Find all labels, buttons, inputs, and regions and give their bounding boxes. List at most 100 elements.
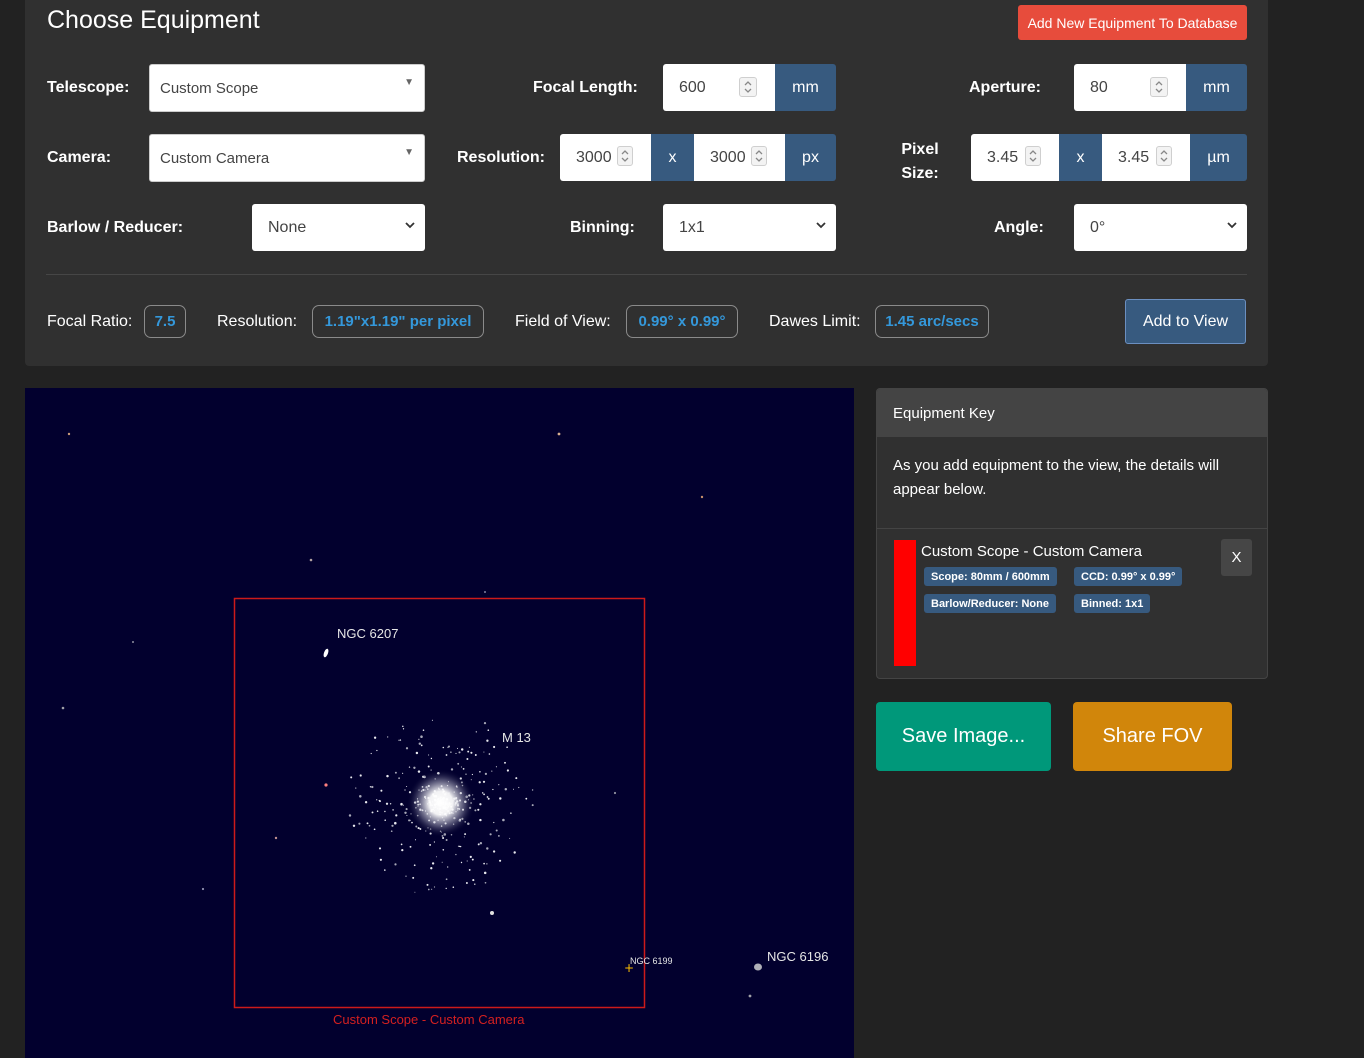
add-equipment-database-button[interactable]: Add New Equipment To Database [1018, 5, 1247, 40]
resolution-separator: x [651, 134, 694, 181]
cluster-star [394, 863, 397, 866]
cluster-star [380, 789, 383, 792]
cluster-star [427, 888, 430, 891]
binning-select[interactable]: 1x1 [663, 204, 836, 251]
add-to-view-button[interactable]: Add to View [1125, 299, 1246, 344]
cluster-star [504, 761, 506, 764]
cluster-star [441, 861, 443, 863]
cluster-star [504, 787, 508, 791]
cluster-star [442, 836, 445, 840]
cluster-star [408, 766, 411, 768]
cluster-star [455, 853, 457, 856]
ngc6196-galaxy [754, 963, 762, 971]
focal-length-value: 600 [679, 78, 706, 96]
cluster-star [478, 781, 481, 784]
remove-equipment-button[interactable]: X [1221, 539, 1252, 576]
spinner-icon[interactable] [1156, 146, 1172, 166]
resolution-width-input[interactable]: 3000 [560, 134, 651, 181]
cluster-star [513, 851, 516, 854]
cluster-star [466, 758, 469, 760]
cluster-star [409, 845, 412, 848]
cluster-star [455, 752, 457, 754]
cluster-star [370, 752, 372, 755]
cluster-star [483, 862, 485, 865]
sky-view[interactable]: + NGC 6207 M 13 NGC 6199 NGC 6196 Custom… [25, 388, 854, 1058]
cluster-star [492, 850, 496, 853]
aperture-value: 80 [1090, 78, 1108, 96]
cluster-star [489, 833, 492, 836]
cluster-star [411, 821, 413, 824]
cluster-star [364, 801, 368, 804]
telescope-value: Custom Scope [160, 79, 259, 97]
cluster-star [405, 875, 407, 877]
cluster-star [359, 795, 362, 798]
save-image-button[interactable]: Save Image... [876, 702, 1051, 771]
cluster-star [409, 819, 411, 822]
cluster-star [378, 847, 382, 850]
cluster-star [506, 769, 509, 772]
telescope-label: Telescope: [47, 79, 130, 96]
cluster-star [431, 862, 435, 865]
binning-label: Binning: [570, 219, 635, 236]
cluster-star [368, 824, 371, 827]
cluster-star [418, 738, 420, 740]
camera-select[interactable]: Custom Camera ▼ [149, 134, 425, 182]
cluster-star [387, 736, 389, 738]
cluster-star [413, 766, 416, 769]
cluster-star [492, 788, 494, 791]
pixel-width-input[interactable]: 3.45 [971, 134, 1059, 181]
cluster-star [498, 784, 500, 786]
cluster-star [417, 770, 421, 773]
cluster-star [474, 754, 477, 756]
share-fov-button[interactable]: Share FOV [1073, 702, 1232, 771]
spinner-icon[interactable] [1150, 77, 1168, 97]
cluster-star [484, 881, 487, 884]
barlow-value: None [268, 218, 307, 236]
focal-length-input[interactable]: 600 [663, 64, 775, 111]
aperture-input[interactable]: 80 [1074, 64, 1186, 111]
cluster-star [405, 808, 408, 811]
cluster-star [365, 837, 367, 839]
telescope-select[interactable]: Custom Scope ▼ [149, 64, 425, 112]
cluster-star [420, 744, 423, 747]
background-stars [61, 432, 752, 998]
cluster-star [462, 768, 465, 770]
cluster-star [394, 821, 397, 825]
pixel-height-input[interactable]: 3.45 [1102, 134, 1190, 181]
cluster-star [433, 886, 436, 888]
cluster-star [433, 841, 436, 843]
spinner-icon[interactable] [1025, 146, 1041, 166]
cluster-star [355, 787, 357, 789]
resolution-label: Resolution: [457, 149, 545, 166]
cluster-star [373, 828, 376, 831]
pixel-size-unit: µm [1190, 134, 1247, 181]
cluster-star [418, 742, 421, 745]
cluster-star [445, 754, 448, 756]
barlow-tag: Barlow/Reducer: None [924, 594, 1056, 613]
spinner-icon[interactable] [739, 77, 757, 97]
cluster-star [452, 886, 455, 888]
cluster-star [430, 867, 433, 870]
ngc6199-label: NGC 6199 [630, 956, 673, 966]
caret-down-icon: ▼ [404, 147, 414, 158]
barlow-label: Barlow / Reducer: [47, 219, 184, 236]
cluster-star [445, 887, 447, 890]
spinner-icon[interactable] [751, 146, 767, 166]
cluster-star [470, 779, 472, 781]
cluster-star [487, 797, 490, 800]
cluster-star [442, 848, 445, 851]
spinner-icon[interactable] [617, 146, 633, 166]
cluster-star [515, 777, 518, 780]
cluster-star [486, 796, 489, 798]
cluster-star [479, 818, 482, 822]
chevron-down-icon [816, 222, 826, 229]
barlow-select[interactable]: None [252, 204, 425, 251]
angle-select[interactable]: 0° [1074, 204, 1247, 251]
resolution-height-input[interactable]: 3000 [694, 134, 785, 181]
cluster-star [458, 845, 461, 848]
divider [46, 274, 1247, 275]
cluster-star [376, 799, 378, 801]
cluster-star [376, 810, 379, 812]
dawes-limit-badge: 1.45 arc/secs [875, 305, 989, 338]
resolution-width-value: 3000 [576, 148, 612, 166]
